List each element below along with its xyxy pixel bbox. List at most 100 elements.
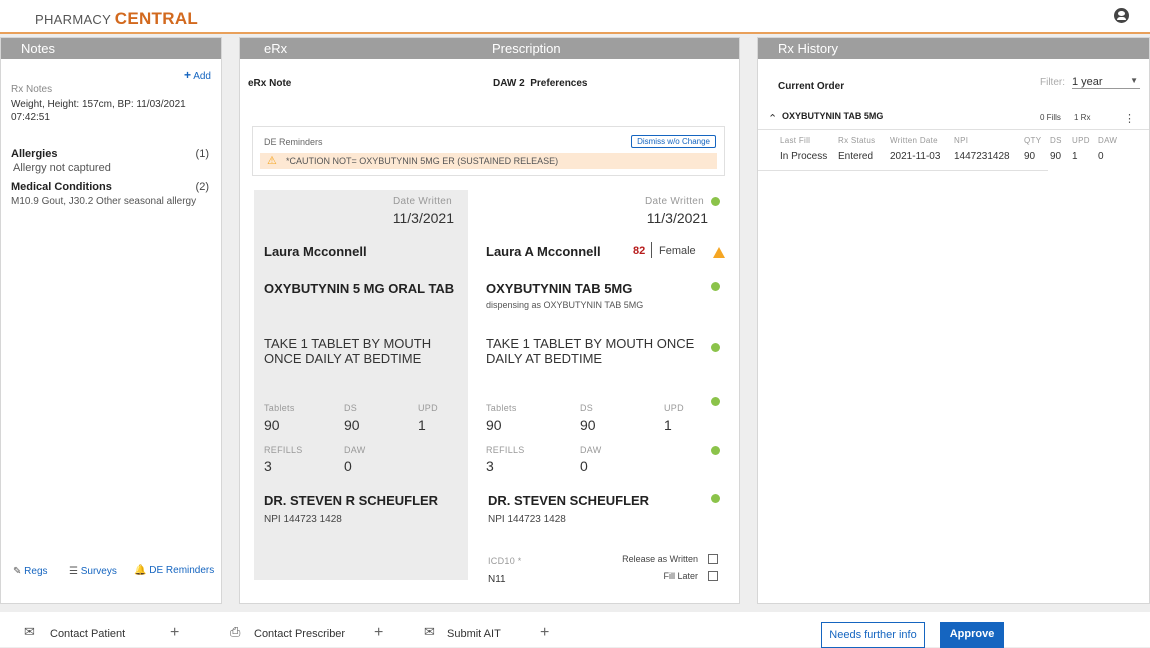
user-account-icon[interactable] xyxy=(1114,8,1129,23)
add-submit-ait-icon[interactable]: + xyxy=(540,624,549,642)
rx-notes-label: Rx Notes xyxy=(11,84,53,95)
contact-prescriber-button[interactable]: Contact Prescriber xyxy=(254,628,345,640)
release-as-written-label: Release as Written xyxy=(622,554,698,564)
regs-link[interactable]: ✎ Regs xyxy=(13,566,48,577)
check-icon xyxy=(711,446,720,455)
de-reminders-link[interactable]: 🔔 DE Reminders xyxy=(134,565,214,576)
add-contact-prescriber-icon[interactable]: + xyxy=(374,624,383,642)
date-written-label: Date Written xyxy=(645,196,704,207)
daw-value[interactable]: 0 xyxy=(580,458,588,474)
allergies-label[interactable]: Allergies xyxy=(11,148,57,160)
dispensing-rx-card: Date Written 11/3/2021 Laura A Mcconnell… xyxy=(476,190,732,600)
prescriber-npi: NPI 144723 1428 xyxy=(264,514,342,525)
fills-count: 0 Fills xyxy=(1040,113,1061,122)
daw-label: DAW xyxy=(344,445,366,455)
ds-value[interactable]: 90 xyxy=(580,417,596,433)
surveys-link[interactable]: ☰ Surveys xyxy=(69,566,117,577)
column-header: DS xyxy=(1050,136,1062,145)
prescriber-name[interactable]: DR. STEVEN SCHEUFLER xyxy=(488,493,649,508)
filter-label: Filter: xyxy=(1040,77,1065,88)
drug-name[interactable]: OXYBUTYNIN TAB 5MG xyxy=(486,281,632,296)
warning-icon xyxy=(713,247,725,258)
column-header: Rx Status xyxy=(838,136,876,145)
bell-icon: 🔔 xyxy=(134,565,147,576)
tablets-value[interactable]: 90 xyxy=(486,417,502,433)
drug-name: OXYBUTYNIN 5 MG ORAL TAB xyxy=(264,281,455,296)
column-header: NPI xyxy=(954,136,969,145)
release-as-written-checkbox[interactable] xyxy=(708,554,718,564)
more-options-icon[interactable]: ⋮ xyxy=(1124,112,1135,125)
divider xyxy=(758,129,1149,130)
prescriber-name: DR. STEVEN R SCHEUFLER xyxy=(264,493,439,508)
rx-history-header: Rx History xyxy=(758,38,1149,59)
patient-name[interactable]: Laura A Mcconnell xyxy=(486,244,601,259)
needs-further-info-button[interactable]: Needs further info xyxy=(821,622,925,648)
date-written-label: Date Written xyxy=(393,196,452,207)
patient-gender: Female xyxy=(659,245,696,257)
original-rx-card: Date Written 11/3/2021 Laura Mcconnell O… xyxy=(254,190,468,580)
sig-text: TAKE 1 TABLET BY MOUTH ONCE DAILY AT BED… xyxy=(264,336,432,366)
add-contact-patient-icon[interactable]: + xyxy=(170,624,179,642)
upd-value: 1 xyxy=(418,417,426,433)
check-icon xyxy=(711,494,720,503)
check-icon xyxy=(711,197,720,206)
date-written-value[interactable]: 11/3/2021 xyxy=(647,210,708,226)
refills-label: REFILLS xyxy=(486,445,525,455)
table-cell: 0 xyxy=(1098,151,1104,162)
dismiss-button[interactable]: Dismiss w/o Change xyxy=(631,135,716,148)
table-cell: 90 xyxy=(1024,151,1036,162)
footer-bar: ✉ Contact Patient + ⎙ Contact Prescriber… xyxy=(0,612,1150,648)
tablets-value: 90 xyxy=(264,417,280,433)
de-reminders-box: DE Reminders Dismiss w/o Change ⚠ *CAUTI… xyxy=(252,126,725,176)
daw-value: 0 xyxy=(344,458,352,474)
collapse-icon[interactable]: ⌃ xyxy=(768,112,777,125)
contact-patient-button[interactable]: Contact Patient xyxy=(50,628,125,640)
table-cell: In Process xyxy=(780,151,828,162)
allergies-count: (1) xyxy=(195,148,209,160)
printer-icon: ⎙ xyxy=(230,624,241,639)
patient-age: 82 xyxy=(633,245,646,257)
table-cell: 90 xyxy=(1050,151,1062,162)
approve-button[interactable]: Approve xyxy=(940,622,1004,648)
notes-header: Notes xyxy=(1,38,221,59)
check-icon xyxy=(711,282,720,291)
ds-label: DS xyxy=(344,403,358,413)
de-reminders-box-label: DE Reminders xyxy=(264,137,323,147)
upd-label: UPD xyxy=(418,403,438,413)
fill-later-checkbox[interactable] xyxy=(708,571,718,581)
prescription-title: Prescription xyxy=(492,41,561,56)
add-note-button[interactable]: + Add xyxy=(184,68,211,82)
conditions-label[interactable]: Medical Conditions xyxy=(11,181,112,193)
submit-ait-button[interactable]: Submit AIT xyxy=(447,628,501,640)
history-table: Last Fill Rx Status Written Date NPI QTY DS UP… xyxy=(758,136,1138,170)
warning-icon: ⚠ xyxy=(267,155,277,167)
column-header: UPD xyxy=(1072,136,1090,145)
sig-text[interactable]: TAKE 1 TABLET BY MOUTH ONCE DAILY AT BED… xyxy=(486,336,711,366)
daw-preferences: DAW 2 Preferences xyxy=(493,78,588,89)
mail-icon: ✉ xyxy=(424,624,435,639)
dropdown-arrow-icon: ▼ xyxy=(1130,76,1138,85)
history-drug-name: OXYBUTYNIN TAB 5MG xyxy=(782,111,884,121)
daw-label: DAW xyxy=(580,445,602,455)
tablets-label: Tablets xyxy=(264,403,295,413)
upd-value[interactable]: 1 xyxy=(664,417,672,433)
icd10-input[interactable]: N11 xyxy=(488,574,506,585)
notes-panel: Notes + Add Rx Notes Weight, Height: 157… xyxy=(0,37,222,604)
erx-header: eRx Prescription xyxy=(240,38,739,59)
mail-icon: ✉ xyxy=(24,624,35,639)
brand-logo: PHARMACY CENTRAL xyxy=(35,9,199,28)
ds-label: DS xyxy=(580,403,594,413)
prescriber-npi: NPI 144723 1428 xyxy=(488,514,566,525)
refills-label: REFILLS xyxy=(264,445,303,455)
ds-value: 90 xyxy=(344,417,360,433)
current-order-label: Current Order xyxy=(778,81,845,92)
icd10-label: ICD10 * xyxy=(488,556,522,566)
table-cell: 2021-11-03 xyxy=(890,151,941,162)
filter-select[interactable]: 1 year ▼ xyxy=(1072,76,1140,89)
divider xyxy=(651,242,652,258)
table-cell: 1 xyxy=(1072,151,1078,162)
table-cell: 1447231428 xyxy=(954,151,1010,162)
refills-value[interactable]: 3 xyxy=(486,458,494,474)
erx-panel: eRx Prescription eRx Note DAW 2 Preferen… xyxy=(239,37,740,604)
caution-banner: ⚠ *CAUTION NOT= OXYBUTYNIN 5MG ER (SUSTA… xyxy=(260,153,717,169)
